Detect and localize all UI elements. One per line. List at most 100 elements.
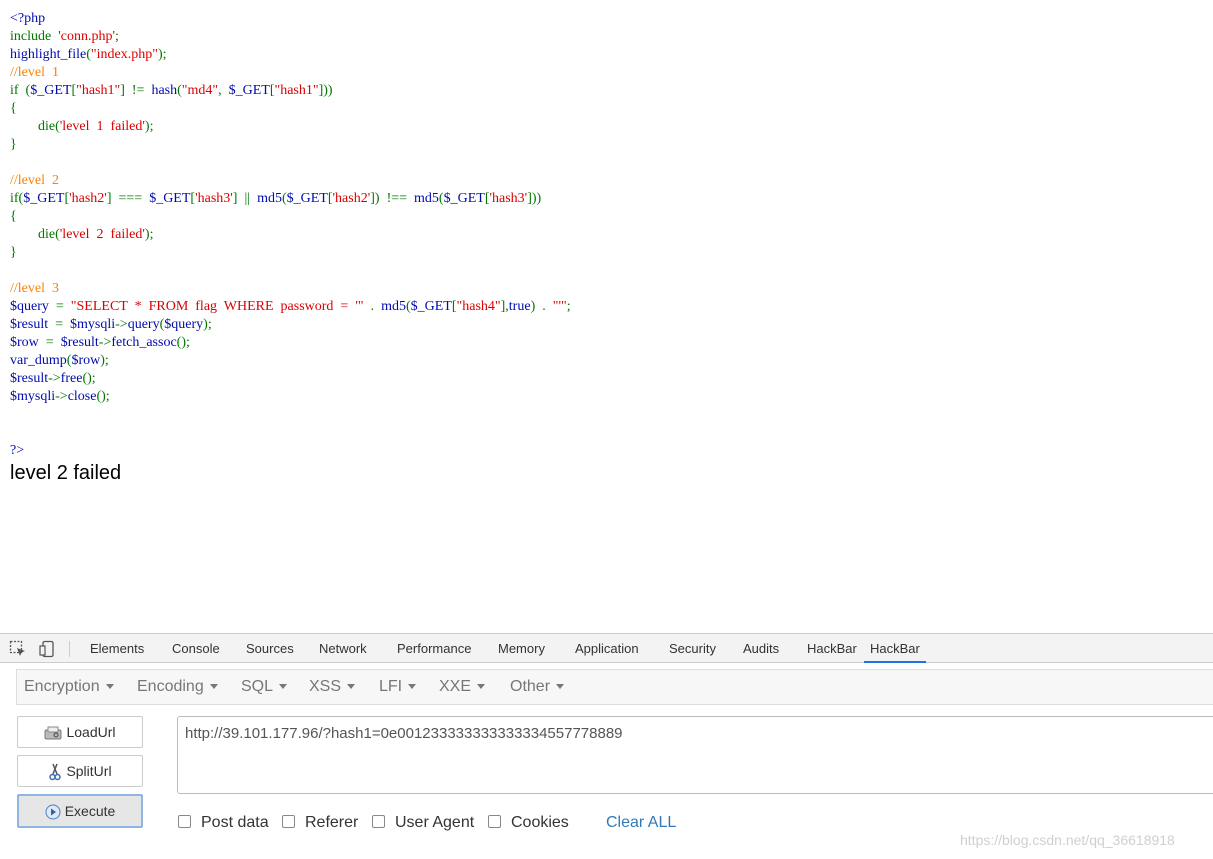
code-token: md5: [257, 191, 282, 206]
menu-encryption[interactable]: Encryption: [24, 670, 114, 704]
watermark: https://blog.csdn.net/qq_36618918: [960, 832, 1175, 848]
load-url-button[interactable]: LoadUrl: [17, 716, 143, 748]
device-toolbar-icon[interactable]: [39, 640, 57, 658]
hackbar-menu-bar: Encryption Encoding SQL XSS LFI XXE Othe…: [16, 669, 1213, 705]
code-line: if ($_GET["hash1"] != hash("md4", $_GET[…: [10, 82, 571, 100]
checkbox-box[interactable]: [372, 815, 385, 829]
tab-elements[interactable]: Elements: [90, 634, 144, 663]
code-line: $row = $result->fetch_assoc();: [10, 334, 571, 352]
code-line: {: [10, 100, 571, 118]
code-token: ();: [82, 371, 96, 386]
menu-xxe[interactable]: XXE: [439, 670, 486, 704]
code-token: "index.php": [90, 47, 158, 62]
menu-xss[interactable]: XSS: [309, 670, 356, 704]
tab-hackbar-1[interactable]: HackBar: [807, 634, 857, 663]
code-token: );: [144, 227, 154, 242]
code-line: //level 1: [10, 64, 571, 82]
code-token: fetch_assoc: [111, 335, 177, 350]
menu-other[interactable]: Other: [510, 670, 565, 704]
code-line: }: [10, 136, 571, 154]
code-token: $result: [60, 335, 99, 350]
code-line: $query = "SELECT * FROM flag WHERE passw…: [10, 298, 571, 316]
code-token: 'conn.php': [58, 29, 115, 44]
tab-network[interactable]: Network: [319, 634, 367, 663]
post-data-label: Post data: [201, 814, 269, 831]
code-token: 'level 1 failed': [59, 119, 145, 134]
user-agent-checkbox[interactable]: User Agent: [372, 812, 474, 834]
menu-encoding[interactable]: Encoding: [137, 670, 218, 704]
code-token: include: [10, 29, 52, 44]
code-token: hash: [151, 83, 178, 98]
code-token: ] ||: [232, 191, 258, 206]
clear-all-link[interactable]: Clear ALL: [606, 812, 676, 834]
url-input[interactable]: http://39.101.177.96/?hash1=0e0012333333…: [177, 716, 1213, 794]
code-token: }: [10, 245, 17, 260]
code-token: //level 3: [10, 281, 59, 296]
code-token: );: [157, 47, 167, 62]
chevron-down-icon: [279, 684, 288, 690]
post-data-checkbox[interactable]: Post data: [178, 812, 269, 834]
code-token: ->: [115, 317, 128, 332]
code-token: "hash1": [76, 83, 121, 98]
code-token: "SELECT * FROM flag WHERE password = '": [70, 299, 364, 314]
inspect-element-icon[interactable]: [9, 640, 27, 658]
code-line: <?php: [10, 10, 571, 28]
split-url-label: SplitUrl: [66, 763, 112, 779]
checkbox-box[interactable]: [178, 815, 191, 829]
tab-memory[interactable]: Memory: [498, 634, 545, 663]
code-token: );: [203, 317, 212, 332]
tab-audits[interactable]: Audits: [743, 634, 779, 663]
code-token: "'": [552, 299, 567, 314]
play-icon: [45, 804, 61, 820]
code-token: highlight_file: [10, 47, 87, 62]
code-token: ],: [500, 299, 509, 314]
code-token: 'level 2 failed': [59, 227, 145, 242]
tab-security[interactable]: Security: [669, 634, 716, 663]
tab-hackbar-2[interactable]: HackBar: [864, 634, 926, 663]
menu-other-label: Other: [510, 678, 551, 695]
user-agent-label: User Agent: [395, 814, 475, 831]
code-token: 'hash3': [195, 191, 233, 206]
tab-application[interactable]: Application: [575, 634, 639, 663]
chevron-down-icon: [209, 684, 218, 690]
tab-performance[interactable]: Performance: [397, 634, 471, 663]
menu-sql[interactable]: SQL: [241, 670, 288, 704]
code-token: =: [48, 299, 71, 314]
code-token: ] !=: [120, 83, 152, 98]
code-token: $row: [71, 353, 101, 368]
code-token: <?php: [10, 11, 46, 26]
code-token: "hash4": [456, 299, 501, 314]
code-token: ->: [48, 371, 61, 386]
referer-checkbox[interactable]: Referer: [282, 812, 358, 834]
code-token: $_GET: [443, 191, 485, 206]
menu-sql-label: SQL: [241, 678, 274, 695]
code-token: "hash1": [274, 83, 319, 98]
cookies-checkbox[interactable]: Cookies: [488, 812, 569, 834]
code-token: die: [10, 119, 56, 134]
menu-lfi[interactable]: LFI: [379, 670, 417, 704]
code-line: $result->free();: [10, 370, 571, 388]
tab-sources[interactable]: Sources: [246, 634, 294, 663]
tab-console[interactable]: Console: [172, 634, 220, 663]
execute-button[interactable]: Execute: [17, 794, 143, 828]
code-token: md5: [414, 191, 439, 206]
code-line: $mysqli->close();: [10, 388, 571, 406]
code-token: $row: [10, 335, 39, 350]
code-token: if(: [10, 191, 24, 206]
code-token: $mysqli: [10, 389, 56, 404]
code-token: $_GET: [149, 191, 191, 206]
code-token: //level 2: [10, 173, 59, 188]
chevron-down-icon: [105, 684, 114, 690]
menu-encoding-label: Encoding: [137, 678, 204, 695]
code-token: ();: [96, 389, 110, 404]
split-url-button[interactable]: SplitUrl: [17, 755, 143, 787]
code-token: $query: [10, 299, 49, 314]
checkbox-box[interactable]: [282, 815, 295, 829]
load-url-label: LoadUrl: [66, 724, 116, 740]
checkbox-box[interactable]: [488, 815, 501, 829]
code-token: close: [67, 389, 97, 404]
